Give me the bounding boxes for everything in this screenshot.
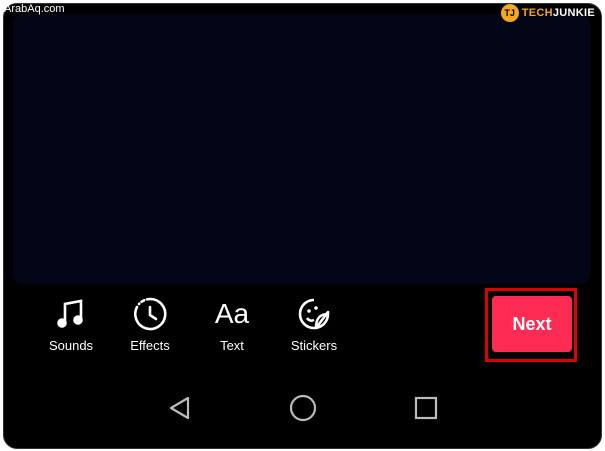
video-preview[interactable] <box>13 14 590 284</box>
timer-effects-icon <box>130 294 170 334</box>
stickers-label: Stickers <box>290 338 338 353</box>
home-button[interactable] <box>285 390 321 426</box>
brand-logo: TJ <box>500 4 519 22</box>
effects-label: Effects <box>130 338 170 353</box>
watermark-left: ArabAq.com <box>4 3 65 15</box>
text-aa-glyph: Aa <box>214 298 250 329</box>
brand-watermark: TJ TECHJUNKIE <box>500 4 595 22</box>
effects-button[interactable]: Effects <box>110 294 190 358</box>
home-icon <box>289 394 317 422</box>
sticker-icon <box>294 294 334 334</box>
back-icon <box>169 396 190 420</box>
sounds-button[interactable]: Sounds <box>31 294 111 358</box>
stickers-button[interactable]: Stickers <box>274 294 354 358</box>
recents-icon <box>414 396 438 420</box>
text-label: Text <box>220 338 244 353</box>
recents-button[interactable] <box>408 390 444 426</box>
next-button[interactable]: Next <box>492 296 572 352</box>
text-button[interactable]: Aa Text <box>192 294 272 358</box>
music-note-icon <box>51 294 91 334</box>
brand-junkie-text: JUNKIE <box>552 7 595 19</box>
brand-text: TECHJUNKIE <box>522 7 595 19</box>
text-aa-icon: Aa <box>212 294 252 334</box>
sounds-label: Sounds <box>48 338 94 353</box>
back-button[interactable] <box>162 390 198 426</box>
brand-tech-text: TECH <box>521 7 553 19</box>
phone-screen: Sounds Effects Aa Text Stickers <box>3 3 602 449</box>
